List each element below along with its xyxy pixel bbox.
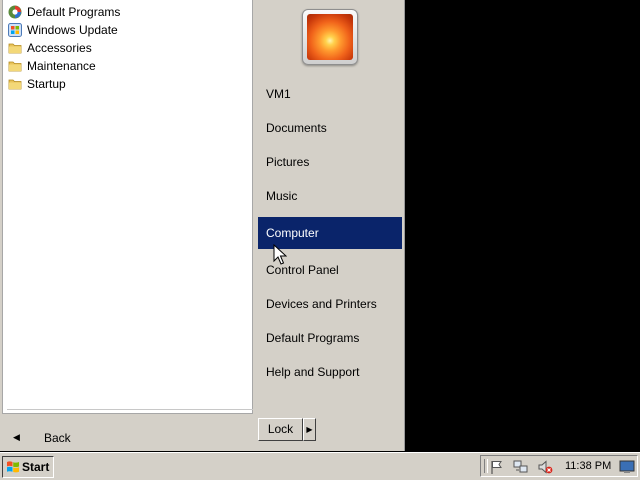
user-avatar[interactable] (302, 9, 358, 65)
place-devices-and-printers[interactable]: Devices and Printers (258, 288, 402, 320)
windows-logo-icon (7, 461, 19, 473)
place-help-and-support[interactable]: Help and Support (258, 356, 402, 388)
place-documents[interactable]: Documents (258, 112, 402, 144)
flower-picture-icon (307, 14, 353, 60)
back-label: Back (44, 431, 71, 445)
programs-pane: Default Programs Windows Update Accessor… (2, 0, 253, 414)
start-label: Start (22, 460, 50, 474)
program-item-startup[interactable]: Startup (6, 75, 66, 93)
folder-icon (8, 43, 22, 54)
folder-icon (8, 79, 22, 90)
places-pane: VM1 Documents Pictures Music Computer Co… (254, 0, 404, 451)
program-label: Maintenance (27, 59, 96, 73)
program-label: Accessories (27, 41, 92, 55)
folder-icon (8, 61, 22, 72)
place-pictures[interactable]: Pictures (258, 146, 402, 178)
program-item-windows-update[interactable]: Windows Update (6, 21, 118, 39)
program-label: Default Programs (27, 5, 121, 19)
place-default-programs[interactable]: Default Programs (258, 322, 402, 354)
program-item-accessories[interactable]: Accessories (6, 39, 92, 57)
lock-options-arrow-icon[interactable]: ▶ (303, 418, 316, 441)
system-tray: 11:38 PM (480, 455, 638, 477)
place-vm1[interactable]: VM1 (258, 78, 402, 110)
taskbar: Start 11:38 PM (0, 452, 640, 480)
back-arrow-icon: ◀ (13, 432, 20, 442)
program-item-maintenance[interactable]: Maintenance (6, 57, 96, 75)
network-icon[interactable] (513, 459, 529, 475)
tray-grip (484, 459, 488, 473)
action-center-flag-icon[interactable] (489, 459, 505, 475)
program-label: Windows Update (27, 23, 118, 37)
programs-divider (7, 409, 253, 410)
start-button[interactable]: Start (2, 456, 54, 478)
lock-button[interactable]: Lock (258, 418, 303, 441)
program-item-default-programs[interactable]: Default Programs (6, 3, 120, 21)
clock[interactable]: 11:38 PM (565, 458, 611, 474)
place-music[interactable]: Music (258, 180, 402, 212)
program-label: Startup (27, 77, 66, 91)
back-button[interactable]: ◀ Back (2, 425, 253, 449)
show-desktop-icon[interactable] (619, 459, 635, 475)
default-programs-icon (8, 5, 22, 19)
volume-muted-icon[interactable] (537, 459, 553, 475)
windows-update-icon (8, 23, 22, 37)
start-menu: Default Programs Windows Update Accessor… (0, 0, 405, 451)
mouse-cursor-icon (273, 244, 287, 265)
